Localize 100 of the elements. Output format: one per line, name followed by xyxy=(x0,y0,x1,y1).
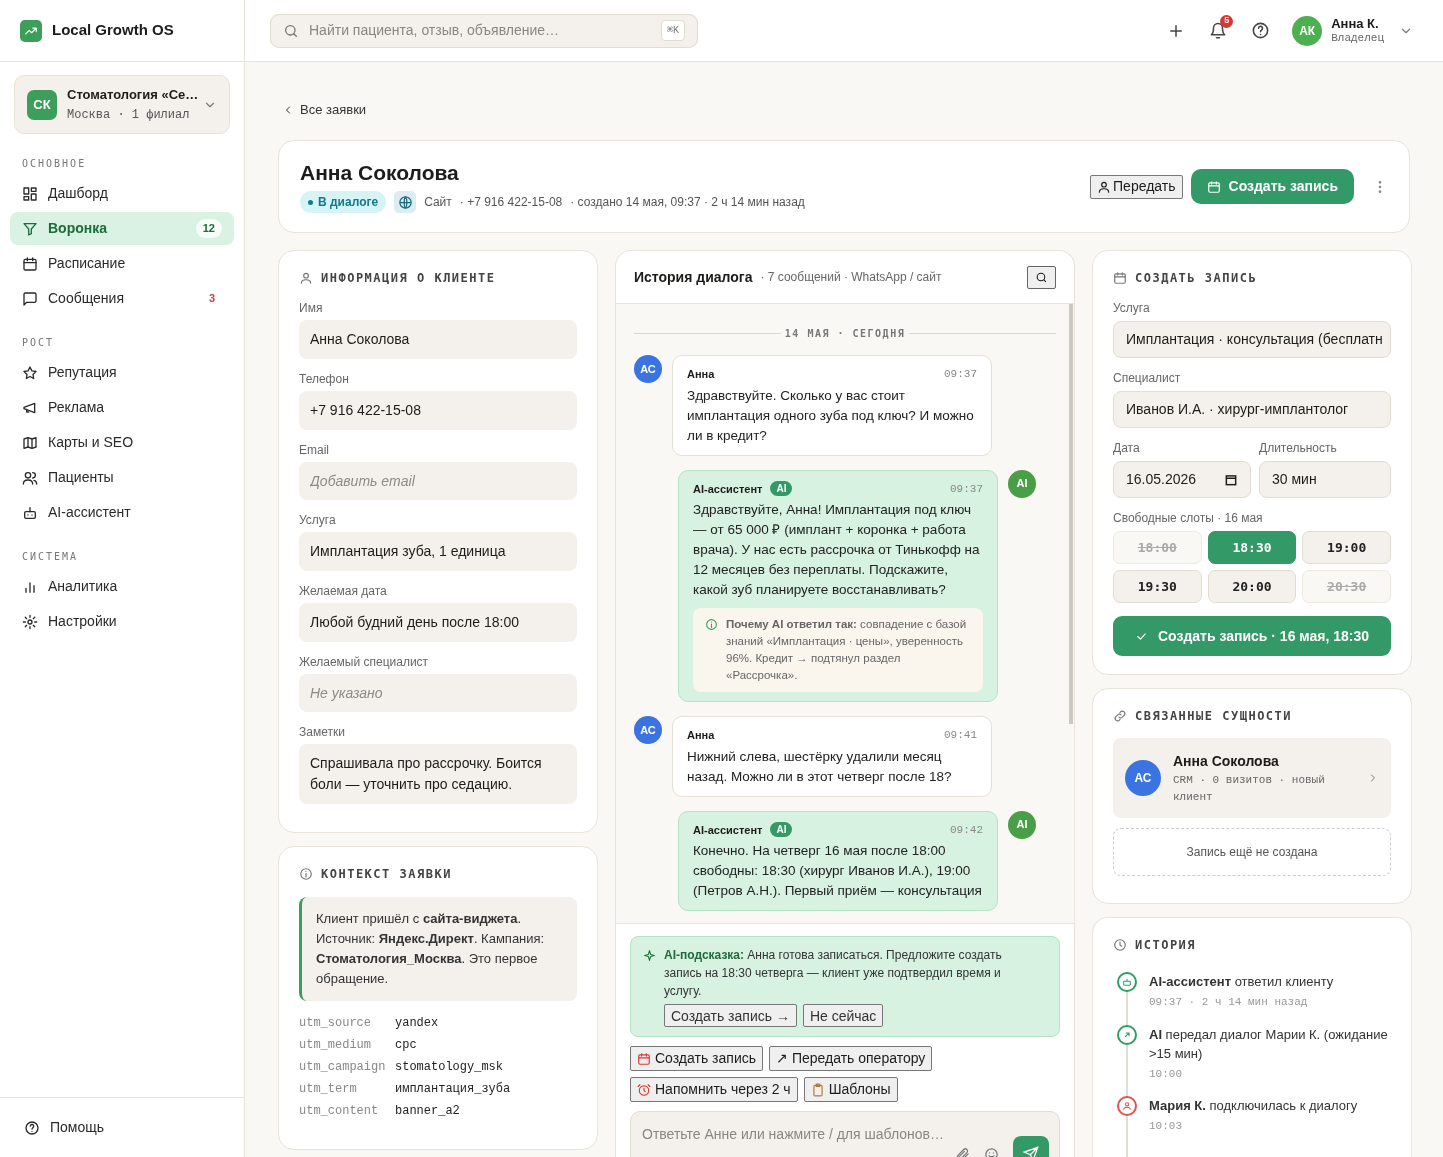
search-input[interactable]: Найти пациента, отзыв, объявление… xyxy=(309,20,651,41)
emoji-icon[interactable] xyxy=(984,1146,999,1157)
message-author: AI-ассистент xyxy=(693,822,763,838)
utm-key: utm_campaign xyxy=(299,1059,395,1075)
accept-button[interactable]: Создать запись → xyxy=(664,1004,797,1027)
input-field[interactable]: Имплантация · консультация (бесплатн xyxy=(1113,321,1391,358)
user-icon xyxy=(1097,179,1112,194)
create-appointment-button[interactable]: Создать запись xyxy=(1190,169,1354,204)
avatar: АС xyxy=(634,716,662,744)
field-label: Имя xyxy=(299,301,324,315)
message-input[interactable]: Ответьте Анне или нажмите / для шаблонов… xyxy=(642,1124,942,1145)
time-slot[interactable]: 19:00 xyxy=(1302,531,1391,564)
dismiss-button[interactable]: Не сейчас xyxy=(802,1004,884,1027)
utm-value: banner_a2 xyxy=(395,1103,461,1119)
nav-item[interactable]: Сообщения 3 xyxy=(10,282,234,315)
lead-created: · создано 14 мая, 09:37 · 2 ч 14 мин назад xyxy=(570,194,805,211)
nav-item[interactable]: Воронка 12 xyxy=(10,212,234,245)
dialog-meta: · 7 сообщений · WhatsApp / сайт xyxy=(760,269,943,286)
message-time: 09:37 xyxy=(950,481,983,497)
avatar: AI xyxy=(1008,810,1036,839)
nav-item[interactable]: AI-ассистент xyxy=(10,496,234,529)
section-label: РОСТ xyxy=(21,336,56,350)
robot-icon xyxy=(1122,977,1132,987)
time-slot[interactable]: 19:30 xyxy=(1113,570,1202,603)
nav-item[interactable]: Аналитика xyxy=(10,570,234,603)
field-label: Заметки xyxy=(299,725,346,739)
input-field[interactable]: +7 916 422-15-08 xyxy=(299,391,577,430)
map-icon xyxy=(22,434,38,451)
context-note: Клиент пришёл с сайта-виджета. Источник: Яндекс.Директ. Кампания: Стоматология_Москва. Это первое обращение. xyxy=(299,897,577,1001)
timeline-time: 09:37 · 2 ч 14 мин назад xyxy=(1149,995,1309,1010)
nav-item[interactable]: Пациенты xyxy=(10,461,234,494)
help-icon[interactable] xyxy=(1251,21,1271,40)
card-title: ИСТОРИЯ xyxy=(1135,937,1197,954)
utm-key: utm_content xyxy=(299,1103,395,1119)
utm-value: stomatology_msk xyxy=(395,1059,505,1075)
field-label: Дата xyxy=(1113,441,1141,455)
field-label: Желаемая дата xyxy=(299,584,388,598)
info-icon xyxy=(705,618,718,631)
calendar-icon xyxy=(1113,271,1127,285)
search-bar[interactable]: Найти пациента, отзыв, объявление… ⌘K xyxy=(270,13,698,48)
quick-action-button[interactable]: Шаблоны xyxy=(803,1077,898,1102)
card-title: ИНФОРМАЦИЯ О КЛИЕНТЕ xyxy=(321,270,496,287)
chat-icon xyxy=(22,290,38,307)
input-field[interactable]: Спрашивала про рассрочку. Боится боли — уточнить про седацию. xyxy=(299,744,577,804)
ai-hint: AI-подсказка: Анна готова записаться. Предложите создать запись на 18:30 четверга — клиент уже подтвердил время и услугу. xyxy=(664,947,1003,1000)
quick-action-button[interactable]: Напомнить через 2 ч xyxy=(630,1077,798,1102)
status-badge: В диалоге xyxy=(300,191,387,213)
back-link[interactable]: Все заявки xyxy=(282,100,1410,120)
empty-state: Запись ещё не создана xyxy=(1113,828,1391,876)
input-field[interactable]: Анна Соколова xyxy=(299,320,577,359)
input-field[interactable]: 30 мин xyxy=(1259,461,1391,498)
calendar-icon[interactable] xyxy=(1224,472,1238,487)
transfer-button[interactable]: Передать xyxy=(1090,174,1183,199)
utm-key: utm_source xyxy=(299,1015,395,1031)
lead-phone: · +7 916 422-15-08 xyxy=(459,194,563,211)
message-text: Нижний слева, шестёрку удалили месяц назад. Можно ли в этот четверг после 18? xyxy=(687,747,953,786)
paperclip-icon[interactable] xyxy=(955,1146,970,1157)
search-button[interactable] xyxy=(1027,265,1056,289)
field-label: Телефон xyxy=(299,372,350,386)
nav-item[interactable]: Настройки xyxy=(10,605,234,638)
settings-icon xyxy=(22,613,38,630)
input-field[interactable]: Не указано xyxy=(299,674,577,712)
message-time: 09:42 xyxy=(950,822,983,838)
section-label: ОСНОВНОЕ xyxy=(21,157,88,171)
field-label: Специалист xyxy=(1113,371,1182,385)
search-icon[interactable] xyxy=(1035,270,1048,284)
card-title: СОЗДАТЬ ЗАПИСЬ xyxy=(1135,270,1258,287)
users-icon xyxy=(22,469,38,486)
nav-item[interactable]: Реклама xyxy=(10,391,234,424)
nav-item[interactable]: Расписание xyxy=(10,247,234,280)
quick-action-button[interactable]: ↗ Передать оператору xyxy=(769,1046,933,1071)
logo-icon xyxy=(20,19,42,42)
message-text: Здравствуйте, Анна! Имплантация под ключ — от 65 000 ₽ (имплант + коронка + работа врача). У нас есть рассрочка от Тинькофф на 12 месяцев без переплаты. Подскажите, какой зуб планируете восстанавливать? xyxy=(693,501,981,599)
time-slot[interactable]: 18:30 xyxy=(1207,531,1297,564)
card-title: СВЯЗАННЫЕ СУЩНОСТИ xyxy=(1135,708,1293,725)
nav-item[interactable]: Дашборд xyxy=(10,177,234,210)
nav-item[interactable]: Карты и SEO xyxy=(10,426,234,459)
arrow-icon xyxy=(1122,1029,1132,1040)
avatar: АС xyxy=(634,355,662,383)
input-field[interactable]: 16.05.2026 xyxy=(1113,461,1251,498)
field-label: Желаемый специалист xyxy=(299,655,430,669)
notifications-icon[interactable] xyxy=(1209,21,1228,40)
help-link[interactable]: Помощь xyxy=(24,1117,105,1138)
input-field[interactable]: Любой будний день после 18:00 xyxy=(299,603,577,642)
input-field[interactable]: Иванов И.А. · хирург-имплантолог xyxy=(1113,391,1391,428)
nav-item[interactable]: Репутация xyxy=(10,356,234,389)
contact-name: Анна Соколова xyxy=(1173,751,1280,771)
keyboard-shortcut: ⌘K xyxy=(660,20,685,41)
field-label: Свободные слоты · 16 мая xyxy=(1113,511,1264,525)
link-icon xyxy=(1113,709,1127,723)
user-icon xyxy=(299,271,313,285)
contact-card[interactable]: АС Анна Соколова CRM · 0 визитов · новый клиент xyxy=(1113,738,1391,818)
organization-switcher[interactable]: СК Стоматология «Се… Москва · 1 филиал xyxy=(14,75,230,134)
timeline-text: AI-ассистент ответил клиенту xyxy=(1149,973,1335,991)
input-field[interactable]: Имплантация зуба, 1 единица xyxy=(299,532,577,571)
time-slot[interactable]: 20:00 xyxy=(1207,570,1297,603)
submit-button[interactable]: Создать запись · 16 мая, 18:30 xyxy=(1113,616,1391,656)
alarm-clock-icon xyxy=(637,1082,651,1097)
quick-action-button[interactable]: Создать запись xyxy=(630,1046,763,1071)
panel-title: История диалога xyxy=(634,267,753,287)
